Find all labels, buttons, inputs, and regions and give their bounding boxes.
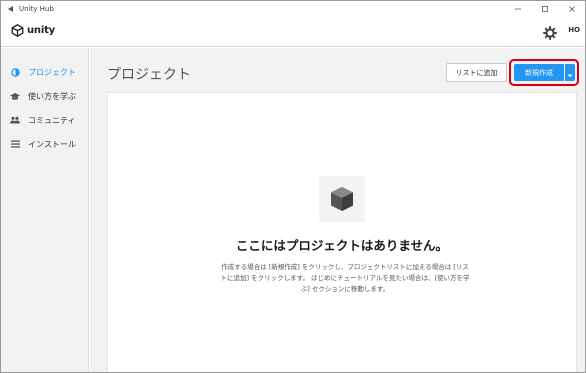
- empty-state-title: ここにはプロジェクトはありません。: [235, 238, 449, 253]
- page-title: プロジェクト: [107, 67, 191, 83]
- new-project-dropdown[interactable]: [565, 64, 575, 81]
- gear-icon[interactable]: [543, 25, 557, 40]
- empty-state-description: 作成する場合は [新規作成] をクリックし、プロジェクトリストに加える場合は […: [220, 263, 470, 293]
- sidebar-item-projects[interactable]: プロジェクト: [1, 60, 88, 84]
- unity-cube-icon: [11, 24, 24, 37]
- learn-icon: [10, 91, 20, 101]
- app-header: unity HO: [1, 17, 585, 47]
- window-controls: [504, 1, 585, 17]
- account-avatar[interactable]: HO: [568, 26, 580, 34]
- sidebar-item-label: インストール: [28, 139, 76, 149]
- box-icon: [319, 176, 365, 222]
- unity-hub-window: Unity Hub unity HO プロジェクト 使い方を学ぶ コミュニティ …: [0, 0, 586, 373]
- title-bar: Unity Hub: [1, 1, 585, 17]
- sidebar-item-label: コミュニティ: [28, 115, 76, 125]
- sidebar-item-label: プロジェクト: [28, 67, 76, 77]
- sidebar: プロジェクト 使い方を学ぶ コミュニティ インストール: [1, 48, 89, 372]
- maximize-icon[interactable]: [531, 1, 558, 17]
- installs-icon: [10, 139, 20, 149]
- sidebar-item-learn[interactable]: 使い方を学ぶ: [1, 84, 88, 108]
- unity-wordmark: unity: [27, 25, 55, 36]
- community-icon: [10, 115, 20, 125]
- window-title: Unity Hub: [19, 5, 54, 13]
- minimize-icon[interactable]: [504, 1, 531, 17]
- add-to-list-button[interactable]: リストに追加: [446, 63, 507, 82]
- close-icon[interactable]: [558, 1, 585, 17]
- projects-icon: [10, 67, 20, 77]
- chevron-down-icon: [567, 63, 573, 82]
- new-project-button[interactable]: 新規作成: [514, 64, 564, 81]
- sidebar-item-installs[interactable]: インストール: [1, 132, 88, 156]
- projects-panel: ここにはプロジェクトはありません。 作成する場合は [新規作成] をクリックし、…: [107, 92, 577, 372]
- unity-hub-app-icon: [6, 5, 15, 14]
- unity-logo: unity: [11, 24, 55, 37]
- sidebar-item-community[interactable]: コミュニティ: [1, 108, 88, 132]
- main-content: プロジェクト リストに追加 新規作成 ここにはプロジェクトはありません。 作成す…: [90, 48, 585, 372]
- sidebar-item-label: 使い方を学ぶ: [28, 91, 76, 101]
- new-project-highlight: 新規作成: [509, 59, 579, 86]
